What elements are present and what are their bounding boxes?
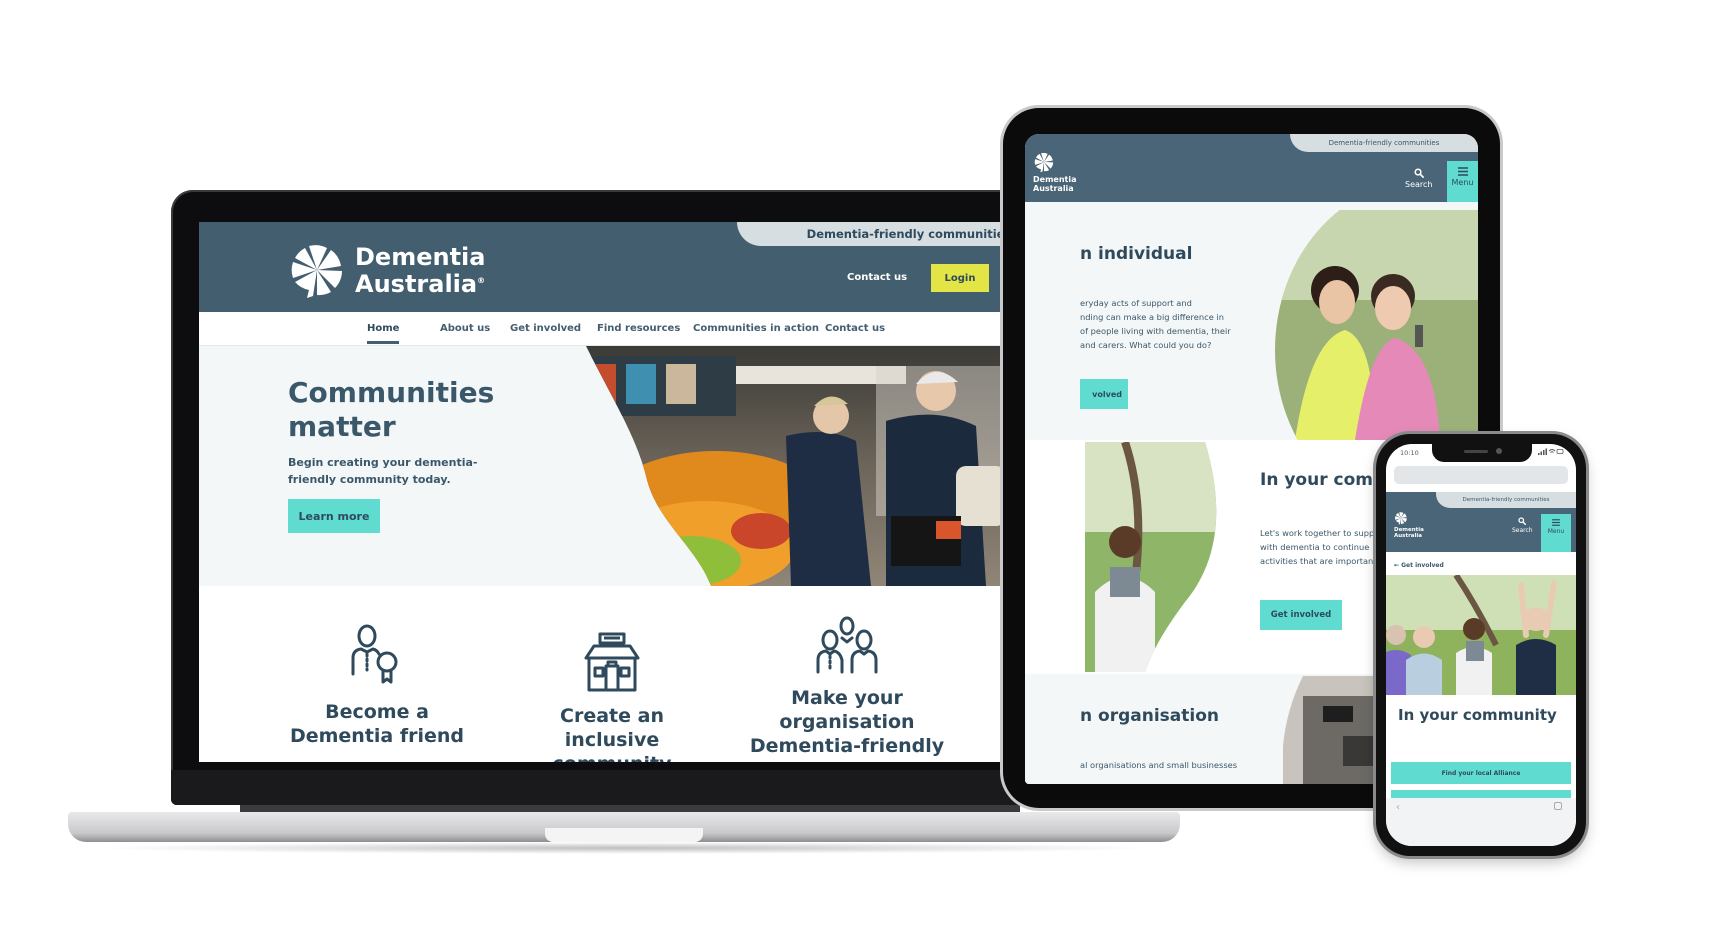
signal-wifi-battery-icon [1538,448,1564,455]
card-title: Make your organisation Dementia-friendly [749,687,945,757]
logo-line-2: Australia [1033,184,1074,193]
search-label: Search [1405,180,1433,189]
laptop-shadow [90,842,1160,854]
login-label: Login [944,272,976,284]
nav-item-get-involved[interactable]: Get involved [510,323,581,334]
site-header: Dementia-friendly communities Dementia A… [199,222,1061,312]
nav-item-communities-in-action[interactable]: Communities in action [693,323,819,334]
logo[interactable]: Dementia Australia® [287,240,485,300]
hero-image [586,346,1061,586]
body-line: eryday acts of support and [1080,298,1192,308]
body-line: of people living with dementia, their [1080,326,1231,336]
learn-more-label: Learn more [298,509,370,523]
secondary-button-partial[interactable] [1391,790,1571,798]
group-of-people-icon [816,616,878,674]
seniors-exercising-photo [1386,575,1576,695]
section-title: In your comm [1260,470,1391,490]
speaker [1464,450,1488,453]
card-title: Create an inclusive community [553,705,672,762]
section-title: n organisation [1080,706,1219,726]
phone-site-header: Dementia-friendly communities Dementia A… [1386,492,1576,552]
back-link[interactable]: ← Get involved [1394,562,1444,569]
nav-item-about-us[interactable]: About us [440,323,490,334]
person-with-badge-icon [351,624,398,684]
hero-subtitle: Begin creating your dementia-friendly co… [288,456,478,486]
hamburger-icon [1457,167,1468,176]
body-line: and carers. What could you do? [1080,340,1212,350]
browser-bottom-bar: ‹ [1386,798,1576,846]
menu-label: Menu [1451,178,1474,187]
phone-section-tag[interactable]: Dementia-friendly communities [1436,492,1576,508]
logo-line-2: Australia [1394,533,1422,539]
supermarket-photo [586,346,1061,586]
nav-item-home[interactable]: Home [367,323,400,344]
hero-section: Communities matter Begin creating your d… [199,346,1061,586]
card-create-inclusive-community[interactable]: Create an inclusive community [512,632,712,762]
logo-line-1: Dementia [355,242,486,271]
get-involved-button[interactable]: Get involved [1260,600,1342,630]
button-label: volved [1092,389,1122,399]
flower-logo-icon [291,245,342,298]
phone-notch [1432,444,1532,462]
phone-menu-button[interactable]: Menu [1541,514,1571,552]
status-time: 10:10 [1400,449,1419,457]
phone-logo[interactable]: Dementia Australia [1394,511,1424,539]
tablet-section-tag-label: Dementia-friendly communities [1328,139,1440,147]
tablet-site-header: Dementia-friendly communities Dementia A… [1025,134,1478,202]
back-link-label: Get involved [1401,562,1444,569]
men-in-park-photo [1085,442,1235,672]
card-make-organisation-dementia-friendly[interactable]: Make your organisation Dementia-friendly [747,616,947,758]
status-icons [1538,448,1564,457]
laptop-chin [171,770,1087,805]
search-icon [1414,168,1424,178]
menu-label: Menu [1547,528,1565,535]
phone-screen: 10:10 Dementia-friendly communities Deme… [1386,444,1576,846]
hero-title: Communities matter [288,376,495,443]
hamburger-icon [1552,519,1560,526]
laptop-screen: Dementia-friendly communities Dementia A… [199,222,1061,762]
logo-line-2: Australia [355,269,478,298]
registered-mark: ® [477,275,486,285]
section-title: n individual [1080,244,1193,264]
tablet-logo[interactable]: Dementia Australia [1033,151,1077,193]
card-become-dementia-friend[interactable]: Become a Dementia friend [277,624,477,748]
women-with-phone-photo [1275,210,1478,440]
browser-url-bar[interactable] [1394,466,1568,484]
phone-section-tag-label: Dementia-friendly communities [1462,497,1550,503]
browser-back-icon[interactable]: ‹ [1396,802,1400,813]
card-title: Become a Dementia friend [289,701,465,747]
nav-item-find-resources[interactable]: Find resources [597,323,680,334]
header-contact-link[interactable]: Contact us [847,272,907,283]
body-line: nding can make a big difference in [1080,312,1225,322]
section-body: eryday acts of support and nding can mak… [1080,296,1250,352]
section-tag-label: Dementia-friendly communities [806,227,1012,241]
learn-more-button[interactable]: Learn more [288,499,380,533]
phone-search-button[interactable]: Search [1512,517,1533,534]
tablet-section-tag[interactable]: Dementia-friendly communities [1290,134,1478,152]
search-label: Search [1512,527,1533,534]
shop-building-icon [584,632,640,692]
laptop-trackpad-notch [545,828,703,842]
button-label: Get involved [1270,610,1332,620]
main-nav: Home About us Get involved Find resource… [199,312,1061,346]
flower-logo-icon [1395,512,1407,525]
find-local-alliance-button[interactable]: Find your local Alliance [1391,762,1571,784]
arrow-left-icon: ← [1394,562,1400,569]
tablet-section-individual: n individual eryday acts of support and … [1025,202,1478,440]
login-button[interactable]: Login [931,264,989,292]
tablet-search-button[interactable]: Search [1405,168,1432,189]
search-icon [1518,517,1527,525]
tablet-menu-button[interactable]: Menu [1447,161,1478,202]
nav-item-contact-us[interactable]: Contact us [825,323,885,334]
get-involved-button[interactable]: volved [1080,379,1128,409]
action-cards: Become a Dementia friend Create an inclu… [199,586,1061,762]
flower-logo-icon [1034,152,1054,173]
browser-tabs-icon[interactable] [1554,802,1562,810]
camera [1496,448,1502,454]
section-body: al organisations and small businesses [1080,760,1238,770]
logo-wordmark: Dementia Australia® [355,245,485,296]
phone-page-title: In your community [1398,706,1557,724]
button-label: Find your local Alliance [1441,769,1521,777]
logo-line-1: Dementia [1033,175,1077,184]
